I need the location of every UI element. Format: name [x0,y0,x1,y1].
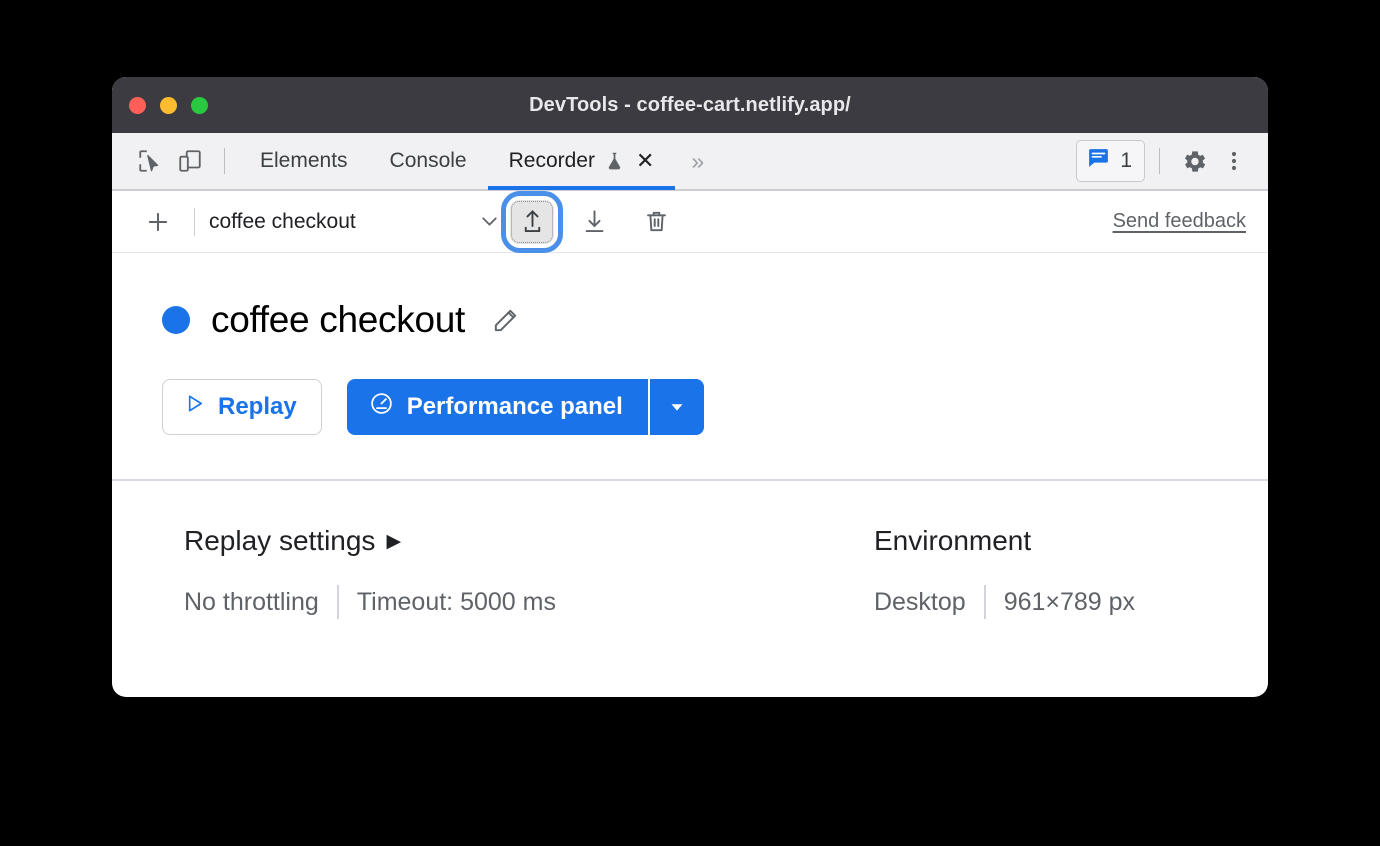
window-titlebar: DevTools - coffee-cart.netlify.app/ [112,77,1268,133]
value-divider [336,585,339,619]
tabbar-right-divider [1159,148,1160,174]
device-value: Desktop [873,587,966,616]
import-recording-button[interactable] [501,190,563,253]
issues-badge[interactable]: 1 [1076,140,1145,182]
settings-area: Replay settings ▶ No throttling Timeout:… [112,481,1268,619]
close-icon[interactable]: ✕ [636,150,654,172]
performance-split-button: Performance panel [346,379,704,435]
traffic-lights [129,96,208,114]
toolbar-divider [194,207,195,236]
three-dots-menu-icon[interactable] [1214,141,1254,181]
tab-console-label: Console [389,149,467,172]
export-recording-button[interactable] [572,200,616,244]
throttling-value: No throttling [184,587,319,616]
close-window-button[interactable] [129,96,146,114]
replay-button-label: Replay [218,393,297,420]
issues-bubble-icon [1086,146,1111,176]
timeout-value: Timeout: 5000 ms [356,587,556,616]
device-toolbar-icon[interactable] [170,141,210,181]
delete-recording-button[interactable] [634,200,678,244]
recording-title-row: coffee checkout [158,299,1268,341]
environment-values: Desktop 961×789 px [874,585,1135,619]
play-triangle-icon [183,392,206,422]
window-title: DevTools - coffee-cart.netlify.app/ [529,93,851,116]
devtools-tabbar: Elements Console Recorder ✕ » 1 [112,133,1268,191]
experimental-flask-icon [604,151,625,172]
performance-panel-label: Performance panel [406,393,623,420]
expand-triangle-icon: ▶ [386,530,402,552]
add-recording-button[interactable] [138,202,178,242]
recording-actions: Replay Performance panel [162,379,1268,435]
page-title: coffee checkout [211,299,465,340]
more-tabs-icon[interactable]: » [675,148,717,175]
replay-settings-column: Replay settings ▶ No throttling Timeout:… [184,525,556,619]
recording-select-label[interactable]: coffee checkout [209,210,477,234]
replay-settings-header[interactable]: Replay settings ▶ [184,525,556,557]
viewport-value: 961×789 px [1003,587,1136,616]
tab-recorder-label: Recorder [508,149,595,172]
replay-settings-values: No throttling Timeout: 5000 ms [184,585,556,619]
minimize-window-button[interactable] [160,96,177,114]
maximize-window-button[interactable] [191,96,208,114]
tab-elements-label: Elements [260,149,348,172]
gear-icon[interactable] [1174,141,1214,181]
issues-count: 1 [1120,149,1132,172]
gauge-icon [369,391,394,423]
tabbar-divider [224,148,225,174]
recording-status-dot [162,306,190,334]
inspect-cursor-icon[interactable] [130,141,170,181]
environment-column: Environment Desktop 961×789 px [874,525,1135,619]
environment-label: Environment [873,525,1032,556]
recording-header: coffee checkout Replay Performance panel [112,253,1268,481]
tab-console[interactable]: Console [369,132,488,190]
tab-recorder[interactable]: Recorder ✕ [487,132,676,190]
environment-header: Environment [874,525,1135,557]
devtools-window: DevTools - coffee-cart.netlify.app/ Elem… [112,77,1268,697]
send-feedback-link[interactable]: Send feedback [1113,210,1246,233]
value-divider [983,585,986,619]
pencil-icon[interactable] [491,306,520,335]
recorder-toolbar: coffee checkout Send feedback [112,190,1268,253]
tab-elements[interactable]: Elements [239,132,369,190]
replay-settings-label: Replay settings [184,525,376,556]
chevron-down-icon[interactable] [477,209,506,234]
replay-button[interactable]: Replay [162,379,322,435]
tabbar-right-group: 1 [1076,140,1254,182]
performance-panel-button[interactable]: Performance panel [346,379,648,435]
performance-dropdown-button[interactable] [647,379,704,435]
